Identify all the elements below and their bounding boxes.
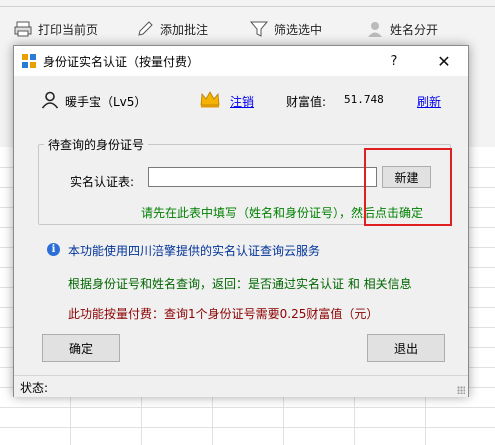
- split-label: 姓名分开: [390, 22, 439, 37]
- info-pricing-text: 此功能按量付费：查询1个身份证号需要0.25财富值（元）: [68, 307, 379, 321]
- print-label: 打印当前页: [38, 22, 99, 37]
- status-label: 状态:: [20, 381, 49, 395]
- id-table-label: 实名认证表:: [70, 175, 135, 189]
- groupbox-legend: 待查询的身份证号: [44, 136, 149, 153]
- help-button[interactable]: ?: [374, 46, 414, 76]
- info-service-text: 本功能使用四川涪擎提供的实名认证查询云服务: [68, 244, 321, 258]
- id-verification-dialog: 身份证实名认证（按量付费） ? ✕ 暖手宝（Lv5） 注销 财富值: 51.74…: [13, 45, 469, 397]
- logout-link[interactable]: 注销: [230, 93, 254, 110]
- id-table-input[interactable]: [148, 167, 377, 187]
- user-name: 暖手宝（Lv5）: [65, 95, 147, 109]
- ok-button[interactable]: 确定: [42, 334, 120, 362]
- app-icon: [22, 54, 36, 68]
- split-name-button[interactable]: 姓名分开: [366, 20, 438, 38]
- add-comment-button[interactable]: 添加批注: [136, 20, 208, 38]
- refresh-link[interactable]: 刷新: [417, 93, 441, 110]
- pen-icon: [138, 21, 153, 36]
- wealth-value: 51.748: [344, 93, 384, 106]
- new-button[interactable]: 新建: [382, 166, 431, 188]
- status-bar: 状态:: [14, 375, 468, 397]
- exit-button[interactable]: 退出: [367, 334, 445, 362]
- dialog-titlebar[interactable]: 身份证实名认证（按量付费） ? ✕: [14, 46, 468, 76]
- dialog-title: 身份证实名认证（按量付费）: [43, 55, 200, 69]
- resize-grip-icon[interactable]: [457, 386, 465, 394]
- info-icon: i: [47, 243, 60, 256]
- info-query-text: 根据身份证号和姓名查询，返回：是否通过实名认证 和 相关信息: [68, 277, 412, 291]
- filter-selected-button[interactable]: 筛选选中: [250, 20, 322, 38]
- hint-text: 请先在此表中填写（姓名和身份证号），然后点击确定: [141, 206, 424, 220]
- person-icon: [368, 22, 382, 37]
- wealth-label: 财富值:: [286, 95, 327, 109]
- ribbon-tabs: [0, 0, 495, 7]
- annotate-label: 添加批注: [160, 22, 209, 37]
- user-icon: [41, 91, 59, 109]
- filter-label: 筛选选中: [274, 22, 323, 37]
- filter-icon: [250, 21, 268, 37]
- print-current-page-button[interactable]: 打印当前页: [14, 20, 98, 38]
- print-icon: [14, 21, 32, 37]
- crown-icon: [200, 91, 220, 108]
- user-info-row: 暖手宝（Lv5） 注销 财富值: 51.748 刷新: [14, 89, 468, 111]
- close-button[interactable]: ✕: [424, 46, 464, 76]
